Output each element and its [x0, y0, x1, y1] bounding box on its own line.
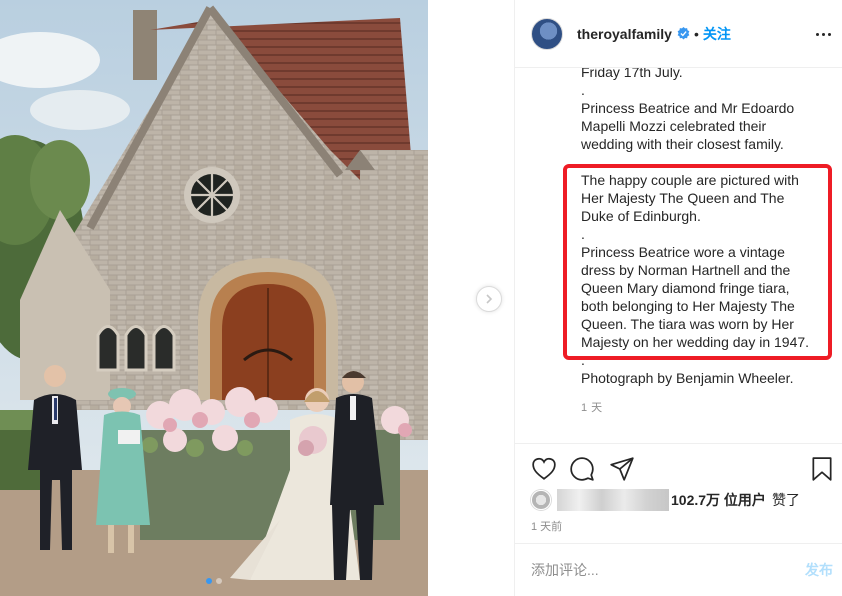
like-count[interactable]: 102.7万 位用户	[671, 490, 766, 510]
blurred-username	[557, 489, 669, 511]
action-bar	[515, 443, 842, 493]
liked-label: 赞了	[771, 492, 800, 508]
caption-line: .	[581, 82, 585, 98]
likes-row[interactable]: 102.7万 位用户 赞了	[531, 489, 800, 511]
caption-time[interactable]: 1 天	[581, 399, 603, 415]
caption-scroll-area[interactable]: Friday 17th July.. Princess Beatrice and …	[515, 54, 842, 444]
caption-line: Princess Beatrice and Mr Edoardo	[581, 100, 795, 116]
paper-plane-icon[interactable]	[609, 456, 635, 482]
bookmark-icon[interactable]	[809, 456, 835, 482]
post-side-panel: Friday 17th July.. Princess Beatrice and …	[514, 0, 842, 596]
caption-line: wedding with their closest family.	[581, 136, 784, 152]
avatar[interactable]	[531, 17, 563, 50]
post-photo[interactable]	[0, 0, 428, 596]
next-photo-button[interactable]	[476, 286, 502, 312]
wedding-photo-illustration	[0, 0, 428, 596]
caption-line: Photograph by Benjamin Wheeler.	[581, 370, 794, 386]
post-header: theroyalfamily • 关注	[515, 0, 842, 68]
caption-line: Mapelli Mozzi celebrated their	[581, 118, 767, 134]
post-date[interactable]: 1 天前	[531, 518, 562, 534]
follow-button[interactable]: 关注	[703, 24, 731, 44]
separator-dot: •	[693, 25, 699, 42]
comment-bar: 发布	[515, 543, 842, 596]
liker-avatar	[531, 490, 551, 510]
comment-icon[interactable]	[569, 456, 595, 482]
highlight-box	[563, 164, 832, 360]
comment-input[interactable]	[531, 562, 805, 578]
heart-icon[interactable]	[531, 456, 557, 482]
chevron-right-icon	[486, 294, 493, 304]
verified-badge-icon	[677, 27, 690, 40]
more-options-icon[interactable]	[813, 24, 833, 44]
carousel-indicator	[0, 578, 428, 584]
carousel-dot-active	[206, 578, 212, 584]
post-comment-button[interactable]: 发布	[805, 560, 833, 580]
username[interactable]: theroyalfamily	[577, 26, 672, 42]
carousel-dot	[216, 578, 222, 584]
